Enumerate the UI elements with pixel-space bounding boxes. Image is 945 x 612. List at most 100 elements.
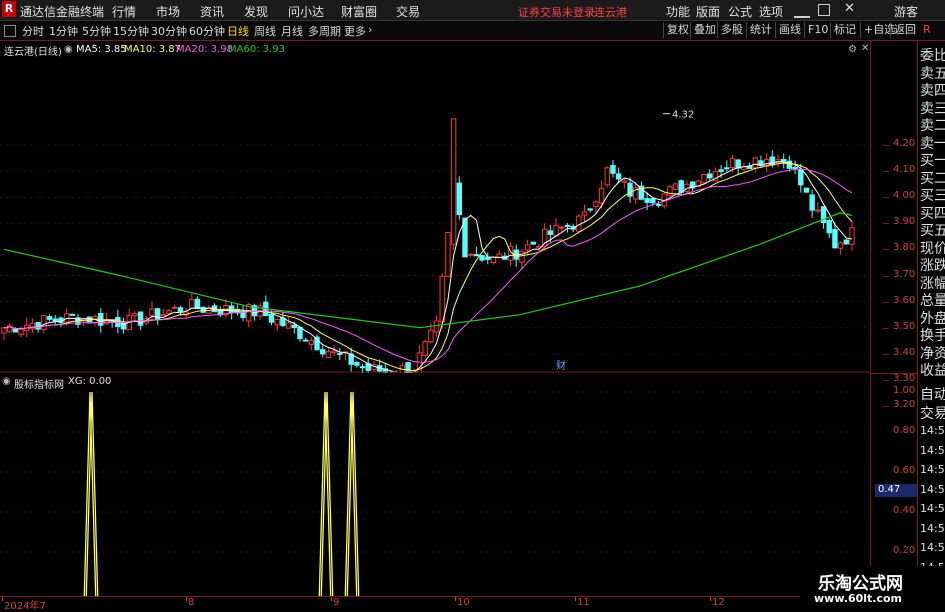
trade-label[interactable]: 交易: [920, 403, 945, 423]
gear-icon[interactable]: ⚙: [848, 44, 857, 55]
price-tick: 4.00: [893, 190, 916, 202]
btn-f10[interactable]: F10: [804, 22, 831, 38]
btn-tongji[interactable]: 统计: [746, 22, 775, 38]
period-daily[interactable]: 日线: [227, 23, 249, 39]
candle-body: [610, 164, 616, 174]
candle-body: [621, 180, 628, 183]
date-label: 2024年7: [4, 601, 46, 612]
btn-huaxian[interactable]: 画线: [775, 22, 804, 38]
watermark-line2: www.60lt.com: [814, 592, 903, 605]
menu-gongshi[interactable]: 公式: [728, 3, 752, 20]
candle-body: [473, 254, 480, 257]
tick-mark: [883, 275, 889, 277]
period-weekly[interactable]: 周线: [254, 23, 276, 39]
candle-body: [530, 241, 536, 245]
date-label: 12: [712, 597, 725, 608]
indicator-chart[interactable]: [0, 374, 870, 596]
period-1min[interactable]: 1分钟: [49, 23, 78, 39]
candle-body: [291, 324, 297, 329]
date-label: 10: [457, 597, 470, 608]
period-60min[interactable]: 60分钟: [189, 23, 225, 39]
minimize-icon[interactable]: [794, 4, 810, 18]
candle-body: [456, 182, 463, 216]
layout-toggle-icon[interactable]: [4, 25, 16, 37]
candle-body: [177, 307, 184, 313]
candle-body: [843, 239, 850, 245]
kline-chart[interactable]: 4.323.22财: [0, 41, 870, 373]
divider: [871, 373, 917, 374]
candle-body: [581, 211, 588, 216]
menu-jiaoyi[interactable]: 交易: [396, 3, 420, 20]
xg-signal-shadow: [85, 391, 360, 596]
candle-body: [331, 350, 337, 354]
price-tick: 3.30: [893, 372, 916, 384]
candle-body: [587, 208, 593, 211]
price-tick: 3.70: [893, 268, 916, 280]
candle-body: [650, 198, 656, 204]
candle-body: [781, 158, 787, 162]
btn-fuquan[interactable]: 复权: [663, 22, 692, 38]
ma60-line: [3, 212, 853, 329]
tick-time: 14:56: [920, 541, 945, 554]
close-icon[interactable]: ✕: [844, 1, 855, 16]
ma60-legend: MA60: 3.93: [228, 44, 286, 55]
close-chart-icon[interactable]: ✕: [861, 43, 869, 54]
price-tick: 4.10: [893, 164, 916, 176]
candle-body: [724, 167, 730, 170]
candle-body: [445, 231, 451, 277]
ma20-line: [3, 168, 853, 363]
menu-banmian[interactable]: 版面: [696, 3, 720, 20]
high-label: 4.32: [672, 110, 694, 121]
btn-back[interactable]: 返回: [890, 22, 919, 38]
candle-body: [166, 310, 172, 314]
candle-body: [172, 306, 178, 309]
login-notice[interactable]: 证券交易未登录: [518, 4, 595, 20]
candle-body: [268, 313, 275, 323]
candle-body: [792, 166, 798, 169]
candle-body: [428, 329, 434, 343]
menu-wenxiaoda[interactable]: 问小达: [288, 3, 324, 20]
indicator-tick: 0.80: [893, 425, 916, 436]
candle-body: [815, 209, 821, 212]
period-5min[interactable]: 5分钟: [82, 23, 111, 39]
menu-xuanxiang[interactable]: 选项: [759, 3, 783, 20]
candle-body: [524, 244, 531, 251]
tick-mark: [883, 301, 889, 303]
ma20-legend: MA20: 3.98: [176, 44, 234, 55]
guest-label[interactable]: 游客: [894, 3, 918, 20]
menu-hangqing[interactable]: 行情: [112, 3, 136, 20]
trade-label[interactable]: 自动: [920, 384, 945, 404]
period-more[interactable]: 更多: [344, 23, 366, 39]
candle-body: [798, 168, 804, 186]
btn-diejia[interactable]: 叠加: [690, 22, 719, 38]
menu-zixun[interactable]: 资讯: [200, 3, 224, 20]
menu-caifuquan[interactable]: 财富圈: [341, 3, 377, 20]
period-30min[interactable]: 30分钟: [151, 23, 187, 39]
ma5-legend: MA5: 3.85: [76, 44, 127, 55]
period-15min[interactable]: 15分钟: [113, 23, 149, 39]
candle-body: [359, 366, 366, 369]
candle-body: [52, 318, 58, 322]
candle-body: [826, 220, 832, 234]
candle-body: [69, 313, 75, 316]
chevron-right-icon[interactable]: ›: [368, 23, 372, 36]
menu-gongneng[interactable]: 功能: [666, 3, 690, 20]
menu-faxian[interactable]: 发现: [244, 3, 268, 20]
period-multi[interactable]: 多周期: [308, 23, 341, 39]
tick-mark: [883, 171, 889, 173]
period-monthly[interactable]: 月线: [281, 23, 303, 39]
candle-body: [553, 224, 559, 237]
candle-body: [354, 361, 360, 366]
date-tick: [710, 597, 711, 601]
btn-biaoji[interactable]: 标记: [830, 22, 859, 38]
app-title: 通达信金融终端: [20, 5, 105, 19]
candle-body: [137, 311, 144, 326]
period-fenshi[interactable]: 分时: [22, 23, 44, 39]
candle-body: [701, 174, 707, 184]
btn-duogu[interactable]: 多股: [717, 22, 746, 38]
maximize-icon[interactable]: [818, 4, 830, 16]
tick-mark: [883, 353, 889, 355]
indicator-menu-icon[interactable]: ◉: [2, 376, 11, 387]
settings-icon[interactable]: ◉: [64, 44, 73, 55]
menu-shichang[interactable]: 市场: [156, 3, 180, 20]
